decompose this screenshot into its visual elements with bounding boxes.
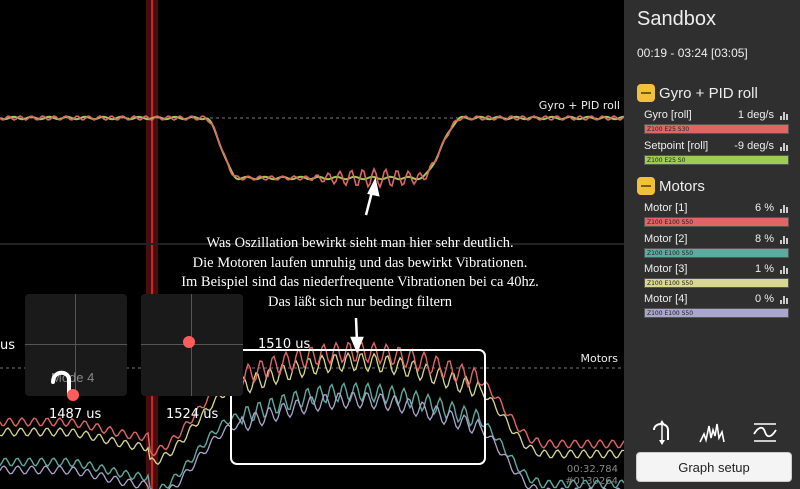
setpoint-roll-trace [0, 115, 624, 181]
field-value: -9 deg/s [734, 140, 774, 152]
field-motor-4[interactable]: Motor [4] 0 % Z100 E100 S50 [644, 293, 789, 318]
field-value: 6 % [755, 202, 774, 214]
motors-axis-label: Motors [580, 352, 618, 365]
collapse-icon[interactable] [637, 84, 655, 102]
gyro-roll-trace [0, 115, 624, 189]
field-color-bar: Z100 E25 S30 [644, 124, 789, 134]
field-motor-1[interactable]: Motor [1] 6 % Z100 E100 S50 [644, 202, 789, 227]
group-gyro-pid[interactable]: Gyro + PID roll [637, 84, 758, 102]
field-color-bar: Z100 E100 S50 [644, 217, 789, 227]
sidebar-panel: Sandbox 00:19 - 03:24 [03:05] Gyro + PID… [624, 0, 800, 489]
time-readout: 00:32.784 [566, 464, 618, 475]
field-gyro-roll[interactable]: Gyro [roll] 1 deg/s Z100 E25 S30 [644, 109, 789, 134]
right-stick-value: 1524 us [166, 407, 219, 422]
right-stick-dot [183, 336, 195, 348]
field-color-bar: Z100 E100 S50 [644, 248, 789, 258]
field-label: Gyro [roll] [644, 109, 692, 121]
annotation-arrow-lower [350, 317, 364, 354]
annotation-line: Das läßt sich nur bedingt filtern [267, 293, 453, 310]
field-label: Motor [3] [644, 263, 688, 275]
group-motors[interactable]: Motors [637, 177, 705, 195]
field-color-bar: Z100 E100 S50 [644, 278, 789, 288]
field-value: 8 % [755, 233, 774, 245]
field-settings-icon[interactable] [780, 142, 789, 151]
annotation-text: Was Oszillation bewirkt sieht man hier s… [110, 234, 610, 312]
field-setpoint-roll[interactable]: Setpoint [roll] -9 deg/s Z100 E25 S0 [644, 140, 789, 165]
field-motor-3[interactable]: Motor [3] 1 % Z100 E100 S50 [644, 263, 789, 288]
panel-title: Sandbox [637, 8, 716, 30]
field-label: Setpoint [roll] [644, 140, 709, 152]
group-name: Motors [659, 177, 705, 195]
frame-readout: #0130264 [565, 476, 618, 487]
annotation-line: Was Oszillation bewirkt sieht man hier s… [206, 235, 514, 251]
gyro-axis-label: Gyro + PID roll [538, 99, 620, 112]
field-settings-icon[interactable] [780, 235, 789, 244]
field-settings-icon[interactable] [780, 111, 789, 120]
time-range: 00:19 - 03:24 [03:05] [637, 46, 748, 60]
stick-mode-icon[interactable] [648, 418, 676, 446]
spectrum-icon[interactable] [698, 418, 726, 446]
group-name: Gyro + PID roll [659, 84, 758, 102]
throttle-value: 1510 us [258, 337, 311, 352]
field-label: Motor [4] [644, 293, 688, 305]
annotation-line: Die Motoren laufen unruhig und das bewir… [192, 254, 528, 271]
annotation-line: Im Beispiel sind das niederfrequente Vib… [181, 274, 539, 290]
field-color-bar: Z100 E100 S50 [644, 308, 789, 318]
field-value: 1 deg/s [737, 109, 774, 121]
left-stick-value: 1487 us [49, 407, 102, 422]
motor2-trace [0, 381, 624, 489]
field-label: Motor [2] [644, 233, 688, 245]
left-edge-unit: us [0, 338, 16, 353]
field-value: 0 % [755, 293, 774, 305]
field-settings-icon[interactable] [780, 295, 789, 304]
field-motor-2[interactable]: Motor [2] 8 % Z100 E100 S50 [644, 233, 789, 258]
left-stick-dot [67, 389, 79, 401]
collapse-icon[interactable] [637, 177, 655, 195]
field-settings-icon[interactable] [780, 204, 789, 213]
field-label: Motor [1] [644, 202, 688, 214]
field-color-bar: Z100 E25 S0 [644, 155, 789, 165]
field-settings-icon[interactable] [780, 265, 789, 274]
graph-setup-button[interactable]: Graph setup [636, 452, 792, 482]
smoothing-icon[interactable] [751, 418, 779, 446]
graph-canvas[interactable]: Gyro + PID roll Motors us Mode 4 1487 us… [0, 0, 624, 489]
field-value: 1 % [755, 263, 774, 275]
